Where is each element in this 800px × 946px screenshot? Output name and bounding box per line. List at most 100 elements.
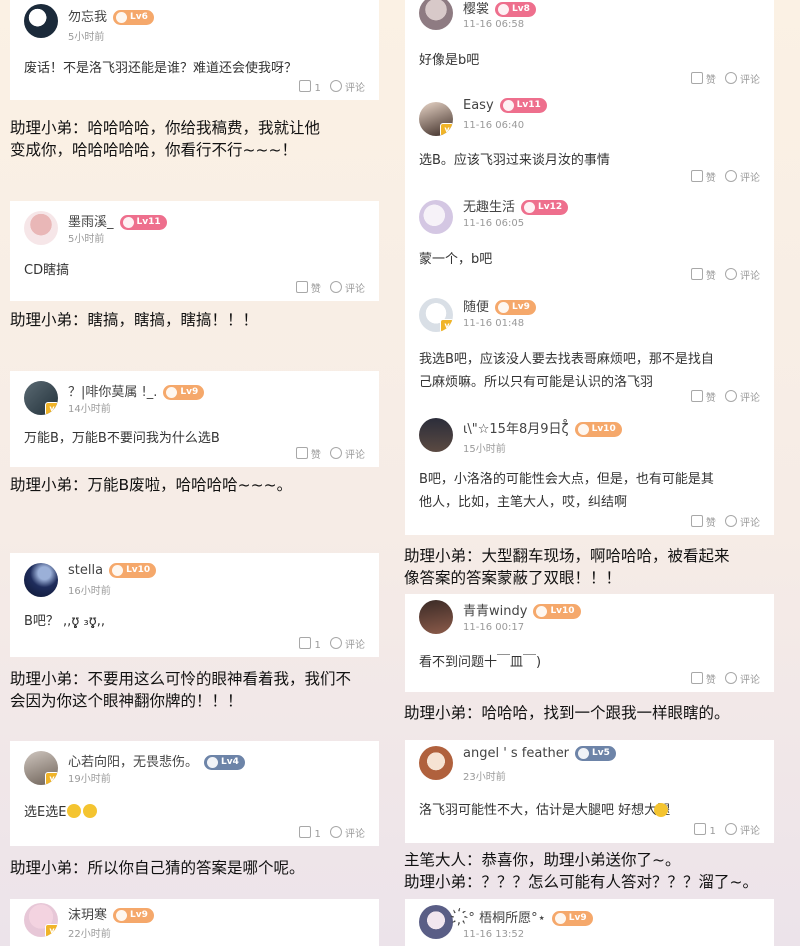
avatar[interactable]: v bbox=[24, 751, 58, 785]
comment-icon bbox=[330, 637, 342, 649]
username[interactable]: 墨雨溪_ Lv11 bbox=[68, 211, 167, 230]
avatar[interactable] bbox=[419, 418, 453, 452]
like-button[interactable]: 1 bbox=[299, 826, 321, 840]
comment-button[interactable]: 评论 bbox=[725, 72, 760, 86]
like-button[interactable]: 1 bbox=[694, 823, 716, 837]
avatar[interactable]: v bbox=[24, 903, 58, 937]
avatar[interactable] bbox=[24, 563, 58, 597]
comment-text: CD瞎搞 bbox=[24, 263, 70, 278]
assistant-reply: 助理小弟：万能B废啦，哈哈哈哈~~~。 bbox=[10, 476, 293, 494]
username[interactable]: ι\"☆15年8月9日ζ̊ Lv10 bbox=[463, 418, 622, 437]
like-button[interactable]: 赞 bbox=[295, 447, 321, 461]
comment-button[interactable]: 评论 bbox=[725, 390, 760, 404]
like-button[interactable]: 赞 bbox=[690, 170, 716, 184]
comment-card: 樱裳 Lv8 11-16 06:58 好像是b吧 赞 评论 bbox=[405, 0, 774, 92]
username[interactable]: ҉° 梧桐所愿°⋆ Lv9 bbox=[463, 907, 593, 926]
avatar[interactable] bbox=[419, 0, 453, 30]
like-button[interactable]: 赞 bbox=[295, 281, 321, 295]
comment-actions: 赞 评论 bbox=[685, 389, 760, 404]
timestamp: 11-16 06:05 bbox=[463, 218, 525, 229]
comment-icon bbox=[330, 80, 342, 92]
comment-text: B吧，小洛洛的可能性会大点，但是，也有可能是其 他人，比如，主笔大人，哎，纠结啊 bbox=[419, 472, 714, 510]
comment-icon bbox=[725, 515, 737, 527]
like-button[interactable]: 赞 bbox=[690, 672, 716, 686]
assistant-reply: 助理小弟：所以你自己猜的答案是哪个呢。 bbox=[10, 859, 305, 877]
assistant-reply: 助理小弟：哈哈哈哈，你给我稿费，我就让他 变成你，哈哈哈哈哈，你看行不行~~~！ bbox=[10, 119, 321, 159]
level-badge: Lv9 bbox=[551, 911, 593, 926]
like-button[interactable]: 赞 bbox=[690, 268, 716, 282]
comment-text: B吧？ ,,ʊ̥̥̥̥̥̥̥̥̥̥̥̥̥ ₃ʊ̥̥̥̥̥̥̥̥̥̥̥̥̥,, bbox=[24, 614, 105, 629]
username[interactable]: 随便 Lv9 bbox=[463, 296, 536, 315]
comment-card: v ？|啡你莫属 !_. Lv9 14小时前 万能B，万能B不要问我为什么选B 赞… bbox=[10, 371, 379, 467]
timestamp: 11-16 13:52 bbox=[463, 929, 525, 940]
level-badge: Lv10 bbox=[109, 563, 157, 578]
thumbs-up-icon bbox=[299, 637, 312, 649]
comment-icon bbox=[725, 823, 737, 835]
timestamp: 11-16 00:17 bbox=[463, 622, 525, 633]
thumbs-up-icon bbox=[295, 447, 308, 459]
username[interactable]: 沫玥寒 Lv9 bbox=[68, 904, 154, 923]
comment-icon bbox=[330, 281, 342, 293]
avatar[interactable] bbox=[24, 4, 58, 38]
username[interactable]: ？|啡你莫属 !_. Lv9 bbox=[68, 381, 205, 400]
thumbs-up-icon bbox=[690, 72, 703, 84]
thumbs-up-icon bbox=[694, 823, 707, 835]
comment-button[interactable]: 评论 bbox=[330, 281, 365, 295]
comment-text: 万能B，万能B不要问我为什么选B bbox=[24, 431, 220, 446]
timestamp: 11-16 01:48 bbox=[463, 318, 525, 329]
avatar[interactable] bbox=[419, 905, 453, 939]
thumbs-up-icon bbox=[690, 170, 703, 182]
username[interactable]: 勿忘我 Lv6 bbox=[68, 6, 154, 25]
comment-icon bbox=[330, 826, 342, 838]
avatar[interactable] bbox=[419, 600, 453, 634]
comment-actions: 1 评论 bbox=[688, 822, 760, 837]
like-button[interactable]: 赞 bbox=[690, 72, 716, 86]
comment-card: stella Lv10 16小时前 B吧？ ,,ʊ̥̥̥̥̥̥̥̥̥̥̥̥̥ ₃ʊ… bbox=[10, 553, 379, 657]
comment-icon bbox=[330, 447, 342, 459]
level-badge: Lv11 bbox=[119, 215, 167, 230]
assistant-reply: 助理小弟：瞎搞，瞎搞，瞎搞！！！ bbox=[10, 311, 259, 329]
comment-icon bbox=[725, 170, 737, 182]
avatar[interactable]: v bbox=[419, 102, 453, 136]
comment-button[interactable]: 评论 bbox=[330, 80, 365, 94]
comment-button[interactable]: 评论 bbox=[725, 823, 760, 837]
like-button[interactable]: 赞 bbox=[690, 515, 716, 529]
verified-icon: v bbox=[45, 402, 58, 415]
comment-actions: 赞 评论 bbox=[685, 267, 760, 282]
grin-emoji-icon bbox=[654, 803, 668, 817]
comment-card: ҉° 梧桐所愿°⋆ Lv9 11-16 13:52 bbox=[405, 899, 774, 946]
level-badge: Lv5 bbox=[575, 746, 616, 761]
timestamp: 15小时前 bbox=[463, 444, 506, 455]
thumbs-up-icon bbox=[690, 672, 703, 684]
avatar[interactable]: v bbox=[419, 298, 453, 332]
username[interactable]: stella Lv10 bbox=[68, 563, 157, 578]
comment-button[interactable]: 评论 bbox=[725, 515, 760, 529]
comment-button[interactable]: 评论 bbox=[330, 447, 365, 461]
level-badge: Lv9 bbox=[163, 385, 205, 400]
username[interactable]: 心若向阳，无畏悲伤。 Lv4 bbox=[68, 751, 245, 770]
comment-actions: 赞 评论 bbox=[290, 280, 365, 295]
avatar[interactable] bbox=[419, 200, 453, 234]
timestamp: 23小时前 bbox=[463, 772, 506, 783]
like-button[interactable]: 赞 bbox=[690, 390, 716, 404]
avatar[interactable] bbox=[24, 211, 58, 245]
like-button[interactable]: 1 bbox=[299, 80, 321, 94]
avatar[interactable] bbox=[419, 746, 453, 780]
username[interactable]: 青青windy Lv10 bbox=[463, 600, 581, 619]
like-button[interactable]: 1 bbox=[299, 637, 321, 651]
comment-button[interactable]: 评论 bbox=[330, 826, 365, 840]
comment-button[interactable]: 评论 bbox=[330, 637, 365, 651]
comment-button[interactable]: 评论 bbox=[725, 672, 760, 686]
comment-button[interactable]: 评论 bbox=[725, 268, 760, 282]
username[interactable]: Easy Lv11 bbox=[463, 98, 547, 113]
comment-button[interactable]: 评论 bbox=[725, 170, 760, 184]
avatar[interactable]: v bbox=[24, 381, 58, 415]
timestamp: 5小时前 bbox=[68, 32, 105, 43]
comment-card: v 随便 Lv9 11-16 01:48 我选B吧，应该没人要去找表哥麻烦吧，那不… bbox=[405, 288, 774, 410]
verified-icon: v bbox=[45, 924, 58, 937]
username[interactable]: 无趣生活 Lv12 bbox=[463, 196, 569, 215]
username[interactable]: angel ' s feather Lv5 bbox=[463, 746, 616, 761]
comment-text: 看不到问题十￣皿￣) bbox=[419, 655, 542, 670]
username[interactable]: 樱裳 Lv8 bbox=[463, 0, 536, 17]
comment-actions: 赞 评论 bbox=[685, 169, 760, 184]
